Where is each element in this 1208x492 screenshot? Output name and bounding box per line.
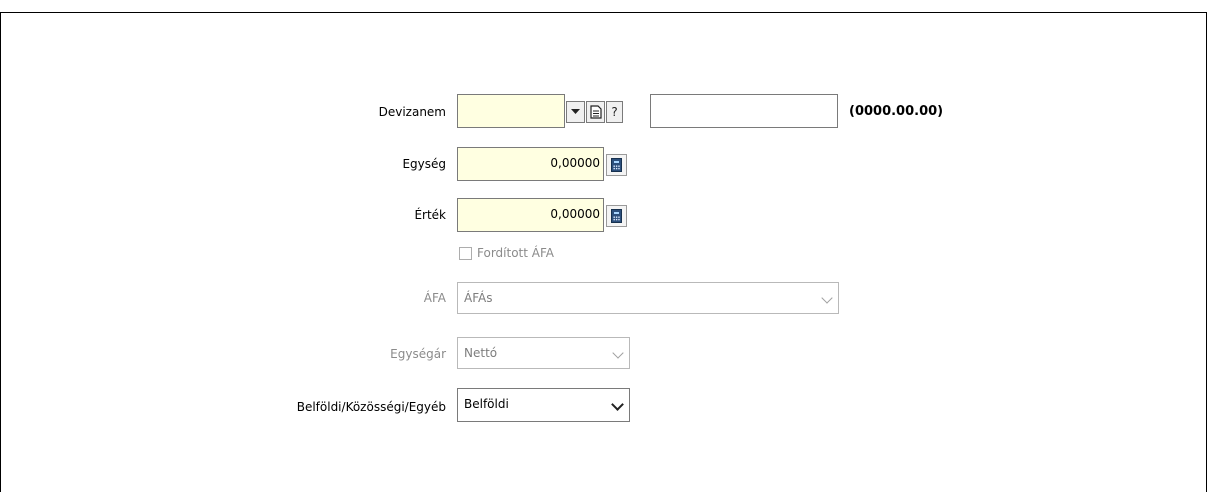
ertek-label: Érték (414, 208, 446, 222)
afa-select[interactable]: ÁFÁs (457, 282, 839, 314)
chevron-down-icon (611, 398, 624, 411)
domestic-select[interactable]: Belföldi (457, 388, 630, 422)
calculator-icon (611, 158, 622, 172)
egysegar-label: Egységár (390, 347, 446, 361)
triangle-down-icon (571, 109, 580, 114)
chevron-down-icon (821, 292, 833, 304)
egysegar-select[interactable]: Nettó (457, 337, 630, 369)
ertek-input[interactable]: 0,00000 (457, 198, 604, 232)
domestic-select-value: Belföldi (464, 397, 509, 411)
ertek-calculator-button[interactable] (606, 205, 627, 227)
date-format-hint: (0000.00.00) (849, 104, 944, 119)
egyseg-calculator-button[interactable] (606, 154, 627, 176)
egysegar-select-value: Nettó (464, 346, 498, 360)
devizanem-lookup-button[interactable] (586, 101, 605, 123)
afa-select-value: ÁFÁs (464, 291, 493, 305)
devizanem-dropdown-button[interactable] (566, 101, 585, 123)
devizanem-input[interactable] (457, 94, 565, 128)
devizanem-text-input[interactable] (650, 94, 838, 128)
domestic-label: Belföldi/Közösségi/Egyéb (296, 400, 446, 414)
afa-label: ÁFA (423, 291, 446, 305)
reverse-vat-label: Fordított ÁFA (477, 246, 554, 260)
reverse-vat-checkbox[interactable] (459, 247, 472, 260)
devizanem-label: Devizanem (378, 105, 446, 119)
document-icon (589, 105, 602, 119)
egyseg-label: Egység (402, 157, 446, 171)
chevron-down-icon (612, 347, 624, 359)
devizanem-help-button[interactable]: ? (606, 101, 623, 123)
egyseg-input[interactable]: 0,00000 (457, 147, 604, 181)
calculator-icon (611, 209, 622, 223)
